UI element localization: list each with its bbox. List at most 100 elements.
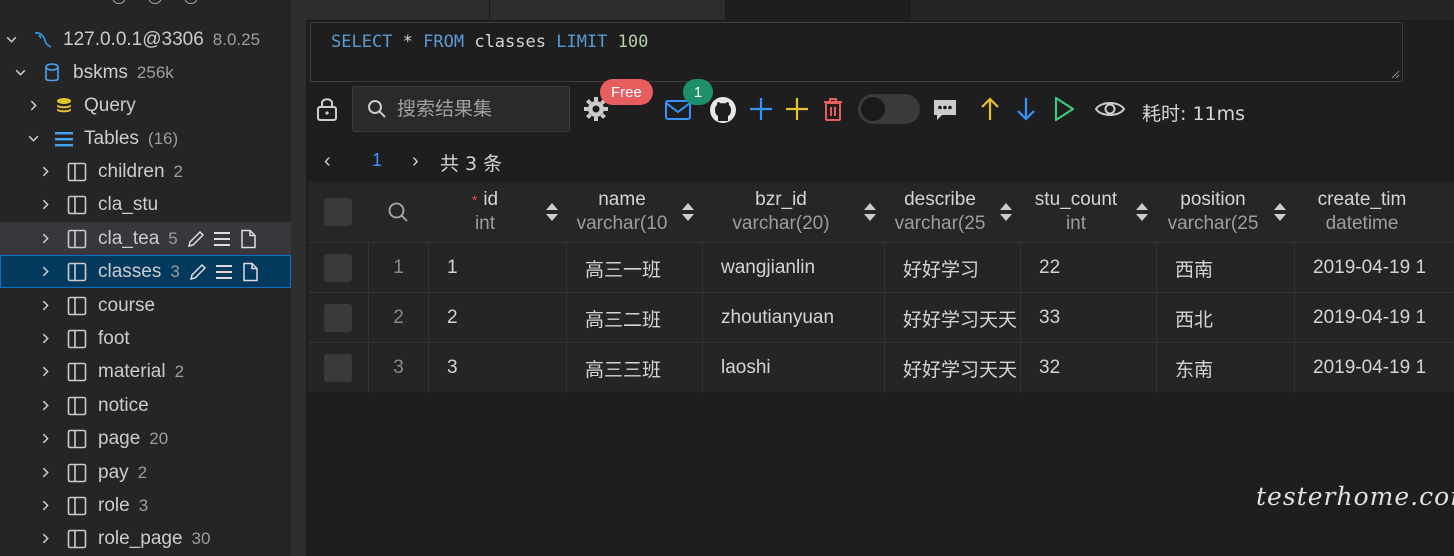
cell-bzr-id[interactable]: laoshi bbox=[702, 343, 884, 393]
column-header-position[interactable]: position varchar(25 bbox=[1156, 182, 1270, 242]
sidebar-table-cla-stu[interactable]: cla_stu bbox=[0, 188, 291, 221]
cell-id[interactable]: 1 bbox=[428, 243, 566, 293]
column-header-name[interactable]: name varchar(10 bbox=[566, 182, 678, 242]
cell-create-tim[interactable]: 2019-04-19 1 bbox=[1294, 243, 1454, 293]
row-checkbox[interactable] bbox=[324, 254, 352, 282]
search-icon[interactable] bbox=[387, 201, 409, 223]
sidebar-scrollbar[interactable] bbox=[291, 0, 306, 556]
cell-create-tim[interactable]: 2019-04-19 1 bbox=[1294, 343, 1454, 393]
chevron-right-icon[interactable] bbox=[38, 332, 52, 346]
sidebar-table-material[interactable]: material 2 bbox=[0, 355, 291, 388]
column-header-describe[interactable]: describe varchar(25 bbox=[884, 182, 996, 242]
sidebar-table-classes[interactable]: classes 3 bbox=[0, 255, 291, 288]
sql-text[interactable]: SELECT * FROM classes LIMIT 100 bbox=[331, 32, 648, 52]
chevron-right-icon[interactable] bbox=[38, 232, 52, 246]
column-header-stu-count[interactable]: stu_count int bbox=[1020, 182, 1132, 242]
resize-grip-icon[interactable] bbox=[1390, 69, 1400, 79]
add-row-icon[interactable] bbox=[748, 96, 774, 122]
lock-icon[interactable] bbox=[314, 96, 340, 122]
info-icon[interactable] bbox=[184, 0, 198, 4]
github-icon[interactable] bbox=[708, 95, 738, 125]
file-icon[interactable] bbox=[240, 262, 260, 282]
run-icon[interactable] bbox=[1052, 95, 1076, 123]
tree-query[interactable]: Query bbox=[0, 89, 291, 122]
sidebar-table-pay[interactable]: pay 2 bbox=[0, 456, 291, 489]
sort-icon[interactable] bbox=[680, 200, 696, 224]
edit-mode-toggle[interactable] bbox=[858, 94, 920, 124]
tab-classes[interactable] bbox=[726, 0, 910, 20]
cell-stu-count[interactable]: 22 bbox=[1020, 243, 1156, 293]
arrow-down-icon[interactable] bbox=[1014, 95, 1038, 123]
cell-position[interactable]: 西南 bbox=[1156, 243, 1294, 293]
sidebar-table-foot[interactable]: foot bbox=[0, 322, 291, 355]
chevron-down-icon[interactable] bbox=[4, 33, 18, 47]
column-header-id[interactable]: * id int bbox=[428, 182, 542, 242]
sidebar-table-role-page[interactable]: role_page 30 bbox=[0, 522, 291, 555]
sql-editor[interactable]: SELECT * FROM classes LIMIT 100 bbox=[310, 22, 1403, 82]
column-header-create-tim[interactable]: create_tim datetime bbox=[1294, 182, 1430, 242]
result-search-box[interactable] bbox=[352, 86, 570, 132]
sidebar-table-children[interactable]: children 2 bbox=[0, 155, 291, 188]
cell-id[interactable]: 3 bbox=[428, 343, 566, 393]
insert-icon[interactable] bbox=[784, 96, 810, 122]
select-all-checkbox[interactable] bbox=[324, 198, 352, 226]
next-page-button[interactable]: › bbox=[412, 150, 419, 173]
cell-id[interactable]: 2 bbox=[428, 293, 566, 343]
sidebar-table-role[interactable]: role 3 bbox=[0, 489, 291, 522]
sidebar-table-cla-tea[interactable]: cla_tea 5 bbox=[0, 222, 291, 255]
cell-position[interactable]: 东南 bbox=[1156, 343, 1294, 393]
cell-name[interactable]: 高三三班 bbox=[566, 343, 702, 393]
cell-name[interactable]: 高三一班 bbox=[566, 243, 702, 293]
trash-icon[interactable] bbox=[820, 95, 846, 123]
cell-create-tim[interactable]: 2019-04-19 1 bbox=[1294, 293, 1454, 343]
chevron-right-icon[interactable] bbox=[38, 198, 52, 212]
arrow-up-icon[interactable] bbox=[978, 95, 1002, 123]
tab-2[interactable] bbox=[490, 0, 726, 20]
sort-icon[interactable] bbox=[1272, 200, 1288, 224]
chevron-right-icon[interactable] bbox=[38, 432, 52, 446]
tree-database[interactable]: bskms 256k bbox=[0, 56, 291, 89]
sort-icon[interactable] bbox=[544, 200, 560, 224]
sidebar-table-page[interactable]: page 20 bbox=[0, 422, 291, 455]
row-checkbox[interactable] bbox=[324, 354, 352, 382]
chevron-down-icon[interactable] bbox=[13, 66, 27, 80]
cell-describe[interactable]: 好好学习天天 bbox=[884, 343, 1020, 393]
sort-icon[interactable] bbox=[998, 200, 1014, 224]
chevron-right-icon[interactable] bbox=[38, 165, 52, 179]
table-row[interactable]: 1 1 高三一班 wangjianlin 好好学习 22 西南 2019-04-19 1 bbox=[308, 242, 1454, 293]
cell-bzr-id[interactable]: wangjianlin bbox=[702, 243, 884, 293]
tree-connection[interactable]: 127.0.0.1@3306 8.0.25 bbox=[0, 23, 291, 56]
cell-position[interactable]: 西北 bbox=[1156, 293, 1294, 343]
menu-icon[interactable] bbox=[212, 229, 232, 249]
current-page[interactable]: 1 bbox=[372, 150, 382, 171]
cell-describe[interactable]: 好好学习天天 bbox=[884, 293, 1020, 343]
chevron-down-icon[interactable] bbox=[26, 132, 40, 146]
cell-describe[interactable]: 好好学习 bbox=[884, 243, 1020, 293]
chevron-right-icon[interactable] bbox=[38, 265, 52, 279]
cell-stu-count[interactable]: 33 bbox=[1020, 293, 1156, 343]
chevron-right-icon[interactable] bbox=[38, 532, 52, 546]
search-input[interactable] bbox=[397, 98, 567, 120]
chevron-right-icon[interactable] bbox=[26, 99, 40, 113]
file-icon[interactable] bbox=[238, 229, 258, 249]
eye-icon[interactable] bbox=[1094, 97, 1126, 121]
sort-icon[interactable] bbox=[862, 200, 878, 224]
cell-name[interactable]: 高三二班 bbox=[566, 293, 702, 343]
comment-icon[interactable] bbox=[932, 97, 958, 123]
history-icon[interactable] bbox=[148, 0, 162, 4]
prev-page-button[interactable]: ‹ bbox=[324, 150, 331, 173]
cell-bzr-id[interactable]: zhoutianyuan bbox=[702, 293, 884, 343]
chevron-right-icon[interactable] bbox=[38, 299, 52, 313]
sort-icon[interactable] bbox=[1134, 200, 1150, 224]
tab-1[interactable] bbox=[306, 0, 490, 20]
tree-tables[interactable]: Tables (16) bbox=[0, 122, 291, 155]
edit-icon[interactable] bbox=[188, 262, 208, 282]
chevron-right-icon[interactable] bbox=[38, 466, 52, 480]
table-row[interactable]: 2 2 高三二班 zhoutianyuan 好好学习天天 33 西北 2019-04-19 1 bbox=[308, 292, 1454, 343]
table-row[interactable]: 3 3 高三三班 laoshi 好好学习天天 32 东南 2019-04-19 1 bbox=[308, 342, 1454, 393]
sidebar-table-notice[interactable]: notice bbox=[0, 389, 291, 422]
chevron-right-icon[interactable] bbox=[38, 499, 52, 513]
free-badge[interactable]: Free bbox=[600, 79, 653, 105]
cell-stu-count[interactable]: 32 bbox=[1020, 343, 1156, 393]
row-checkbox[interactable] bbox=[324, 304, 352, 332]
